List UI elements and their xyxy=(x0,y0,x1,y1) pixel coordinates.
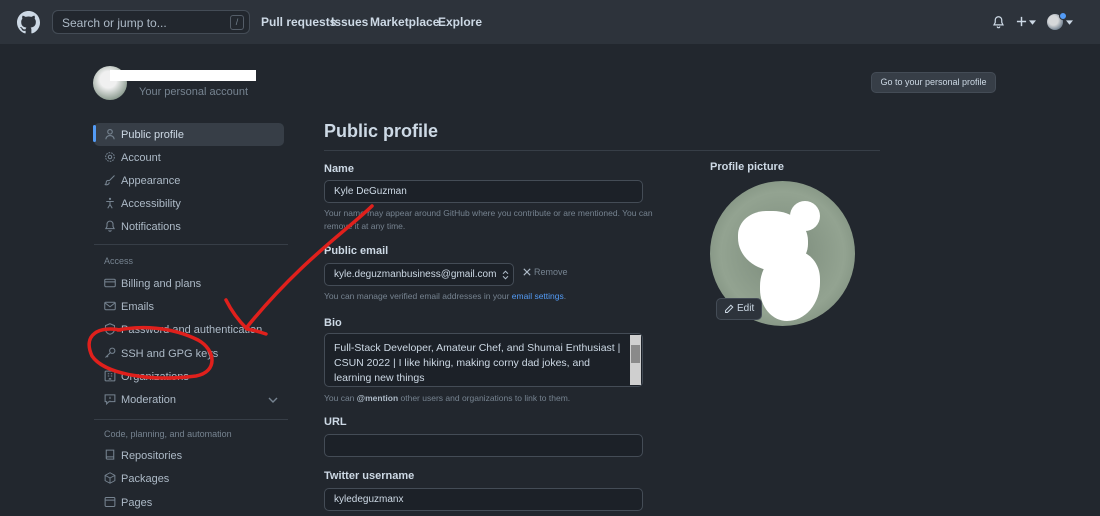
sidebar-divider xyxy=(94,419,288,420)
url-field[interactable] xyxy=(324,434,643,457)
name-hint-line-2: remove it at any time. xyxy=(324,221,406,231)
twitter-field-value: kyledeguzmanx xyxy=(334,494,404,505)
bell-icon[interactable] xyxy=(992,15,1005,29)
mention-text: @mention xyxy=(356,393,399,403)
close-icon xyxy=(523,268,531,276)
accessibility-icon xyxy=(106,197,114,209)
organization-icon xyxy=(104,370,116,382)
nav-explore[interactable]: Explore xyxy=(438,15,482,29)
report-icon xyxy=(104,394,116,405)
bio-textarea[interactable]: Full-Stack Developer, Amateur Chef, and … xyxy=(324,333,643,387)
chevron-down-icon[interactable] xyxy=(1029,20,1036,25)
sidebar-item-label: Pages xyxy=(121,497,153,509)
browser-icon xyxy=(104,496,116,508)
twitter-label: Twitter username xyxy=(324,470,415,482)
email-hint-suffix: . xyxy=(563,291,567,301)
page-title: Public profile xyxy=(324,121,439,141)
email-hint: You can manage verified email addresses … xyxy=(324,290,566,303)
key-icon xyxy=(105,347,116,358)
github-logo-icon[interactable] xyxy=(17,11,40,34)
name-hint-line-1: Your name may appear around GitHub where… xyxy=(324,208,653,218)
sidebar-item-label: Public profile xyxy=(121,129,184,141)
nav-issues[interactable]: Issues xyxy=(331,15,368,29)
email-hint-text: You can manage verified email addresses … xyxy=(324,291,510,301)
select-arrows-icon xyxy=(502,270,509,280)
public-email-select[interactable]: kyle.deguzmanbusiness@gmail.com xyxy=(324,263,514,286)
credit-card-icon xyxy=(104,278,116,288)
bio-scrollbar-thumb[interactable] xyxy=(631,345,640,363)
nav-marketplace[interactable]: Marketplace xyxy=(370,15,439,29)
name-field[interactable]: Kyle DeGuzman xyxy=(324,180,643,203)
name-hint: Your name may appear around GitHub where… xyxy=(324,207,653,233)
title-divider xyxy=(324,150,880,151)
bio-hint: You can @mention other users and organiz… xyxy=(324,392,570,405)
sidebar-item-label: Emails xyxy=(121,301,155,313)
bio-hint-suffix: other users and organizations to link to… xyxy=(400,393,571,403)
name-field-value: Kyle DeGuzman xyxy=(334,186,407,197)
email-settings-link[interactable]: email settings xyxy=(512,291,564,301)
sidebar-item-label: Account xyxy=(121,152,161,164)
remove-email-label: Remove xyxy=(534,267,568,277)
sidebar-divider xyxy=(94,244,288,245)
sidebar-item-label: Appearance xyxy=(121,175,181,187)
sidebar-heading-access: Access xyxy=(104,256,134,266)
bio-scrollbar[interactable] xyxy=(630,335,641,385)
sidebar-item-label: Password and authentication xyxy=(121,324,263,336)
redaction-blob xyxy=(760,251,820,321)
gear-icon xyxy=(105,152,115,162)
package-icon xyxy=(104,472,116,484)
sidebar-active-indicator xyxy=(93,125,96,142)
name-label: Name xyxy=(324,163,354,175)
nav-pull-requests[interactable]: Pull requests xyxy=(261,15,336,29)
edit-picture-label: Edit xyxy=(737,303,755,314)
edit-picture-button[interactable]: Edit xyxy=(716,298,762,320)
profile-picture-label: Profile picture xyxy=(710,161,784,173)
bio-hint-prefix: You can xyxy=(324,393,355,403)
sidebar-item-label: Notifications xyxy=(121,221,181,233)
sidebar-item-label: Accessibility xyxy=(121,198,181,210)
mail-icon xyxy=(104,301,116,311)
sidebar-item-label: Organizations xyxy=(121,371,189,383)
sidebar-heading-code: Code, planning, and automation xyxy=(104,429,232,439)
account-name-redacted xyxy=(110,70,256,81)
sidebar-item-label: Moderation xyxy=(121,394,177,406)
search-shortcut-key: / xyxy=(230,15,244,30)
public-email-label: Public email xyxy=(324,245,389,257)
top-header: Search or jump to... / Pull requests Iss… xyxy=(0,0,1100,44)
redaction-blob xyxy=(790,201,820,231)
pencil-icon xyxy=(725,304,734,313)
url-label: URL xyxy=(324,416,347,428)
remove-email-button[interactable]: Remove xyxy=(523,267,568,277)
sidebar-item-label: Billing and plans xyxy=(121,278,202,290)
search-placeholder: Search or jump to... xyxy=(62,16,167,30)
person-icon xyxy=(105,128,115,140)
bell-icon xyxy=(105,220,115,232)
paintbrush-icon xyxy=(104,175,115,186)
plus-icon[interactable] xyxy=(1016,16,1027,27)
go-to-profile-button[interactable]: Go to your personal profile xyxy=(871,72,996,93)
account-subtitle: Your personal account xyxy=(139,86,249,98)
search-input[interactable]: Search or jump to... / xyxy=(52,10,250,34)
bio-value: Full-Stack Developer, Amateur Chef, and … xyxy=(334,342,621,384)
public-email-value: kyle.deguzmanbusiness@gmail.com xyxy=(334,269,497,280)
shield-lock-icon xyxy=(104,323,116,335)
repo-icon xyxy=(105,449,115,460)
sidebar-item-label: SSH and GPG keys xyxy=(121,348,219,360)
bio-label: Bio xyxy=(324,317,342,329)
avatar-chevron-down-icon[interactable] xyxy=(1066,20,1073,25)
moderation-chevron-down-icon[interactable] xyxy=(268,396,278,404)
sidebar-item-label: Repositories xyxy=(121,450,183,462)
sidebar-item-label: Packages xyxy=(121,473,170,485)
notification-dot xyxy=(1059,12,1067,20)
twitter-field[interactable]: kyledeguzmanx xyxy=(324,488,643,511)
